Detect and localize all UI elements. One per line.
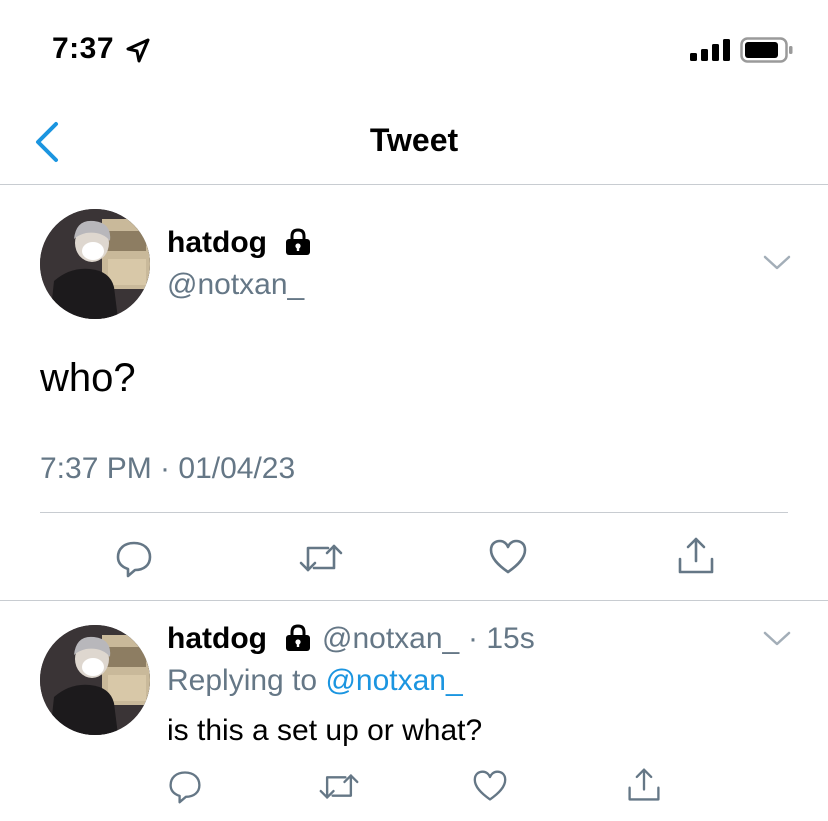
share-icon[interactable] xyxy=(626,766,662,804)
replying-to-label: Replying to xyxy=(167,664,318,697)
reply-age: · 15s xyxy=(468,622,535,655)
lock-icon xyxy=(286,624,310,651)
reply-icon[interactable] xyxy=(114,538,154,578)
status-time: 7:37 xyxy=(52,32,115,65)
timestamp-divider xyxy=(40,512,788,513)
like-icon[interactable] xyxy=(488,538,528,576)
section-divider xyxy=(0,600,828,601)
replying-to-link[interactable]: @notxan_ xyxy=(325,664,462,697)
reply-tweet-text: is this a set up or what? xyxy=(167,714,483,747)
reply-icon[interactable] xyxy=(167,768,203,804)
battery-icon xyxy=(740,37,793,63)
avatar[interactable] xyxy=(40,209,150,319)
signal-icon xyxy=(690,39,730,61)
retweet-icon[interactable] xyxy=(318,770,360,803)
tweet-text: who? xyxy=(40,356,136,400)
reply-handle[interactable]: @notxan_ xyxy=(322,622,459,656)
reply-avatar[interactable] xyxy=(40,625,150,735)
replying-to-line: Replying to @notxan_ xyxy=(167,664,463,698)
tweet-timestamp: 7:37 PM · 01/04/23 xyxy=(40,452,296,485)
lock-icon xyxy=(286,228,310,255)
handle[interactable]: @notxan_ xyxy=(167,268,304,302)
page-title: Tweet xyxy=(369,122,459,158)
header-divider xyxy=(0,184,828,185)
like-icon[interactable] xyxy=(472,769,508,803)
reply-display-name[interactable]: hatdog xyxy=(167,622,267,656)
chevron-down-icon[interactable] xyxy=(762,254,792,272)
share-icon[interactable] xyxy=(676,535,716,577)
chevron-down-icon[interactable] xyxy=(762,630,792,648)
retweet-icon[interactable] xyxy=(298,540,344,576)
display-name[interactable]: hatdog xyxy=(167,226,267,260)
location-arrow-icon xyxy=(126,38,150,63)
